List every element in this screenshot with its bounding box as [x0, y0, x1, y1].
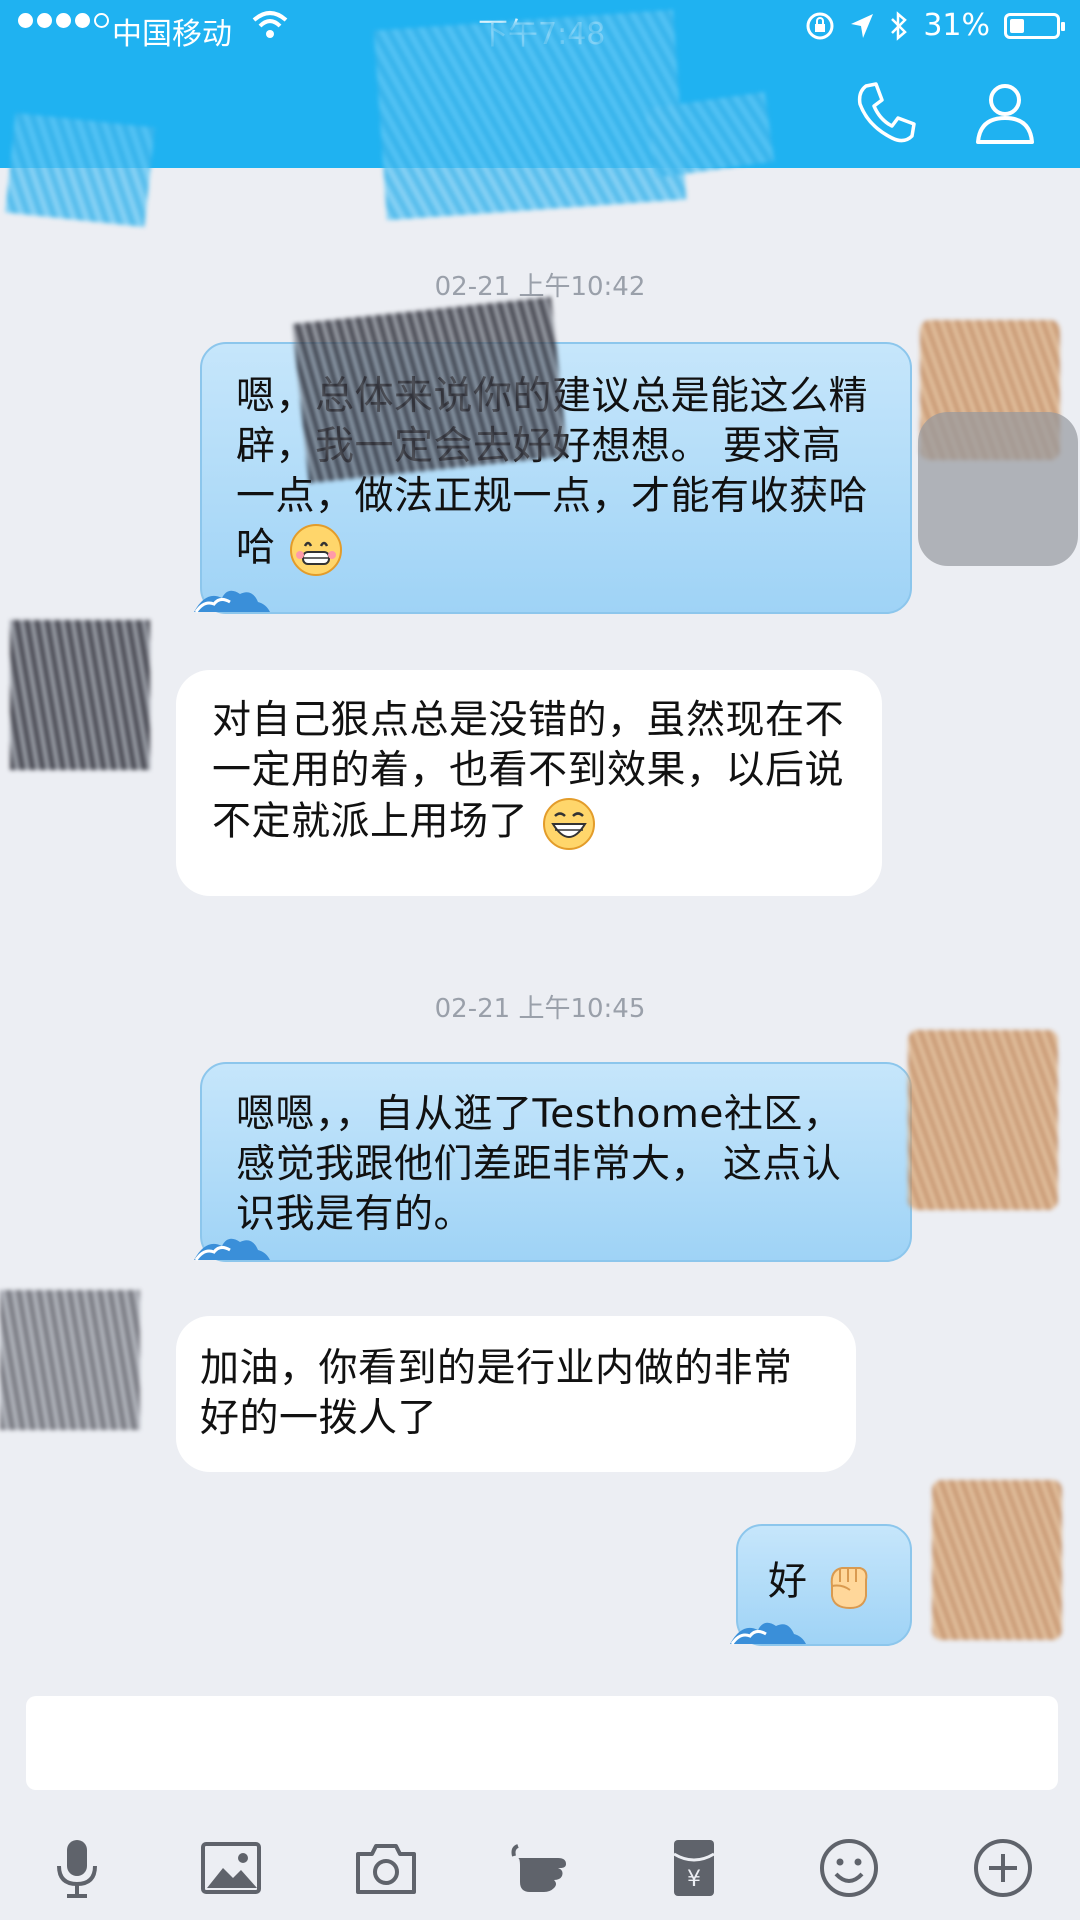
redacted-header-left — [5, 112, 155, 228]
phone-icon[interactable] — [850, 78, 920, 148]
timestamp: 02-21 上午10:45 — [434, 994, 646, 1024]
person-icon[interactable] — [970, 78, 1040, 148]
wifi-icon — [252, 11, 288, 38]
message-text: 对自己狠点总是没错的，虽然现在不一定用的着，也看不到效果，以后说不定就派上用场了 — [212, 698, 845, 845]
poke-hand-icon[interactable] — [508, 1836, 572, 1900]
message-text: 好 — [768, 1559, 808, 1605]
message-text: 嗯嗯，，自从逛了Testhome社区，感觉我跟他们差距非常大， 这点认识我是有的… — [236, 1092, 843, 1237]
incoming-message[interactable]: 加油，你看到的是行业内做的非常好的一拨人了 — [176, 1316, 856, 1472]
header-actions — [850, 78, 1040, 148]
grin-emoji — [290, 524, 343, 576]
image-icon[interactable] — [199, 1836, 263, 1900]
bluetooth-icon — [891, 10, 908, 41]
location-arrow-icon — [851, 13, 874, 38]
contact-avatar[interactable] — [0, 1290, 140, 1430]
red-packet-icon[interactable]: ¥ — [662, 1836, 726, 1900]
emoji-icon[interactable] — [817, 1836, 881, 1900]
rotation-lock-icon — [806, 12, 834, 39]
input-toolbar: ¥ — [0, 1816, 1080, 1920]
battery-icon — [1004, 12, 1065, 39]
message-input[interactable] — [26, 1696, 1058, 1790]
outgoing-message[interactable]: 好 — [730, 1524, 912, 1646]
camera-icon[interactable] — [354, 1836, 418, 1900]
outgoing-message[interactable]: 嗯嗯，，自从逛了Testhome社区，感觉我跟他们差距非常大， 这点认识我是有的… — [194, 1062, 912, 1262]
signal-icon — [18, 13, 109, 28]
status-right: 31% — [805, 8, 1065, 43]
assistive-touch-button[interactable] — [918, 412, 1078, 566]
wave-decoration-icon — [194, 1238, 270, 1261]
self-avatar[interactable] — [908, 1030, 1058, 1210]
carrier-label: 中国移动 — [112, 17, 232, 52]
plus-icon[interactable] — [971, 1836, 1035, 1900]
microphone-icon[interactable] — [45, 1836, 109, 1900]
laugh-emoji — [542, 798, 595, 850]
wave-decoration-icon — [194, 590, 270, 613]
incoming-message[interactable]: 对自己狠点总是没错的，虽然现在不一定用的着，也看不到效果，以后说不定就派上用场了 — [176, 670, 882, 896]
battery-percent: 31% — [923, 8, 990, 43]
message-text: 加油，你看到的是行业内做的非常好的一拨人了 — [200, 1346, 793, 1441]
svg-text:¥: ¥ — [687, 1867, 701, 1892]
chat-screen: 中国移动 下午7:48 31% — [0, 0, 1080, 1920]
contact-avatar[interactable] — [10, 620, 150, 770]
battery-fill — [1010, 18, 1024, 33]
wave-decoration-icon — [730, 1622, 806, 1645]
redacted-text — [292, 296, 568, 484]
fist-emoji — [831, 1567, 868, 1610]
self-avatar[interactable] — [932, 1480, 1062, 1640]
redacted-title — [373, 9, 687, 221]
